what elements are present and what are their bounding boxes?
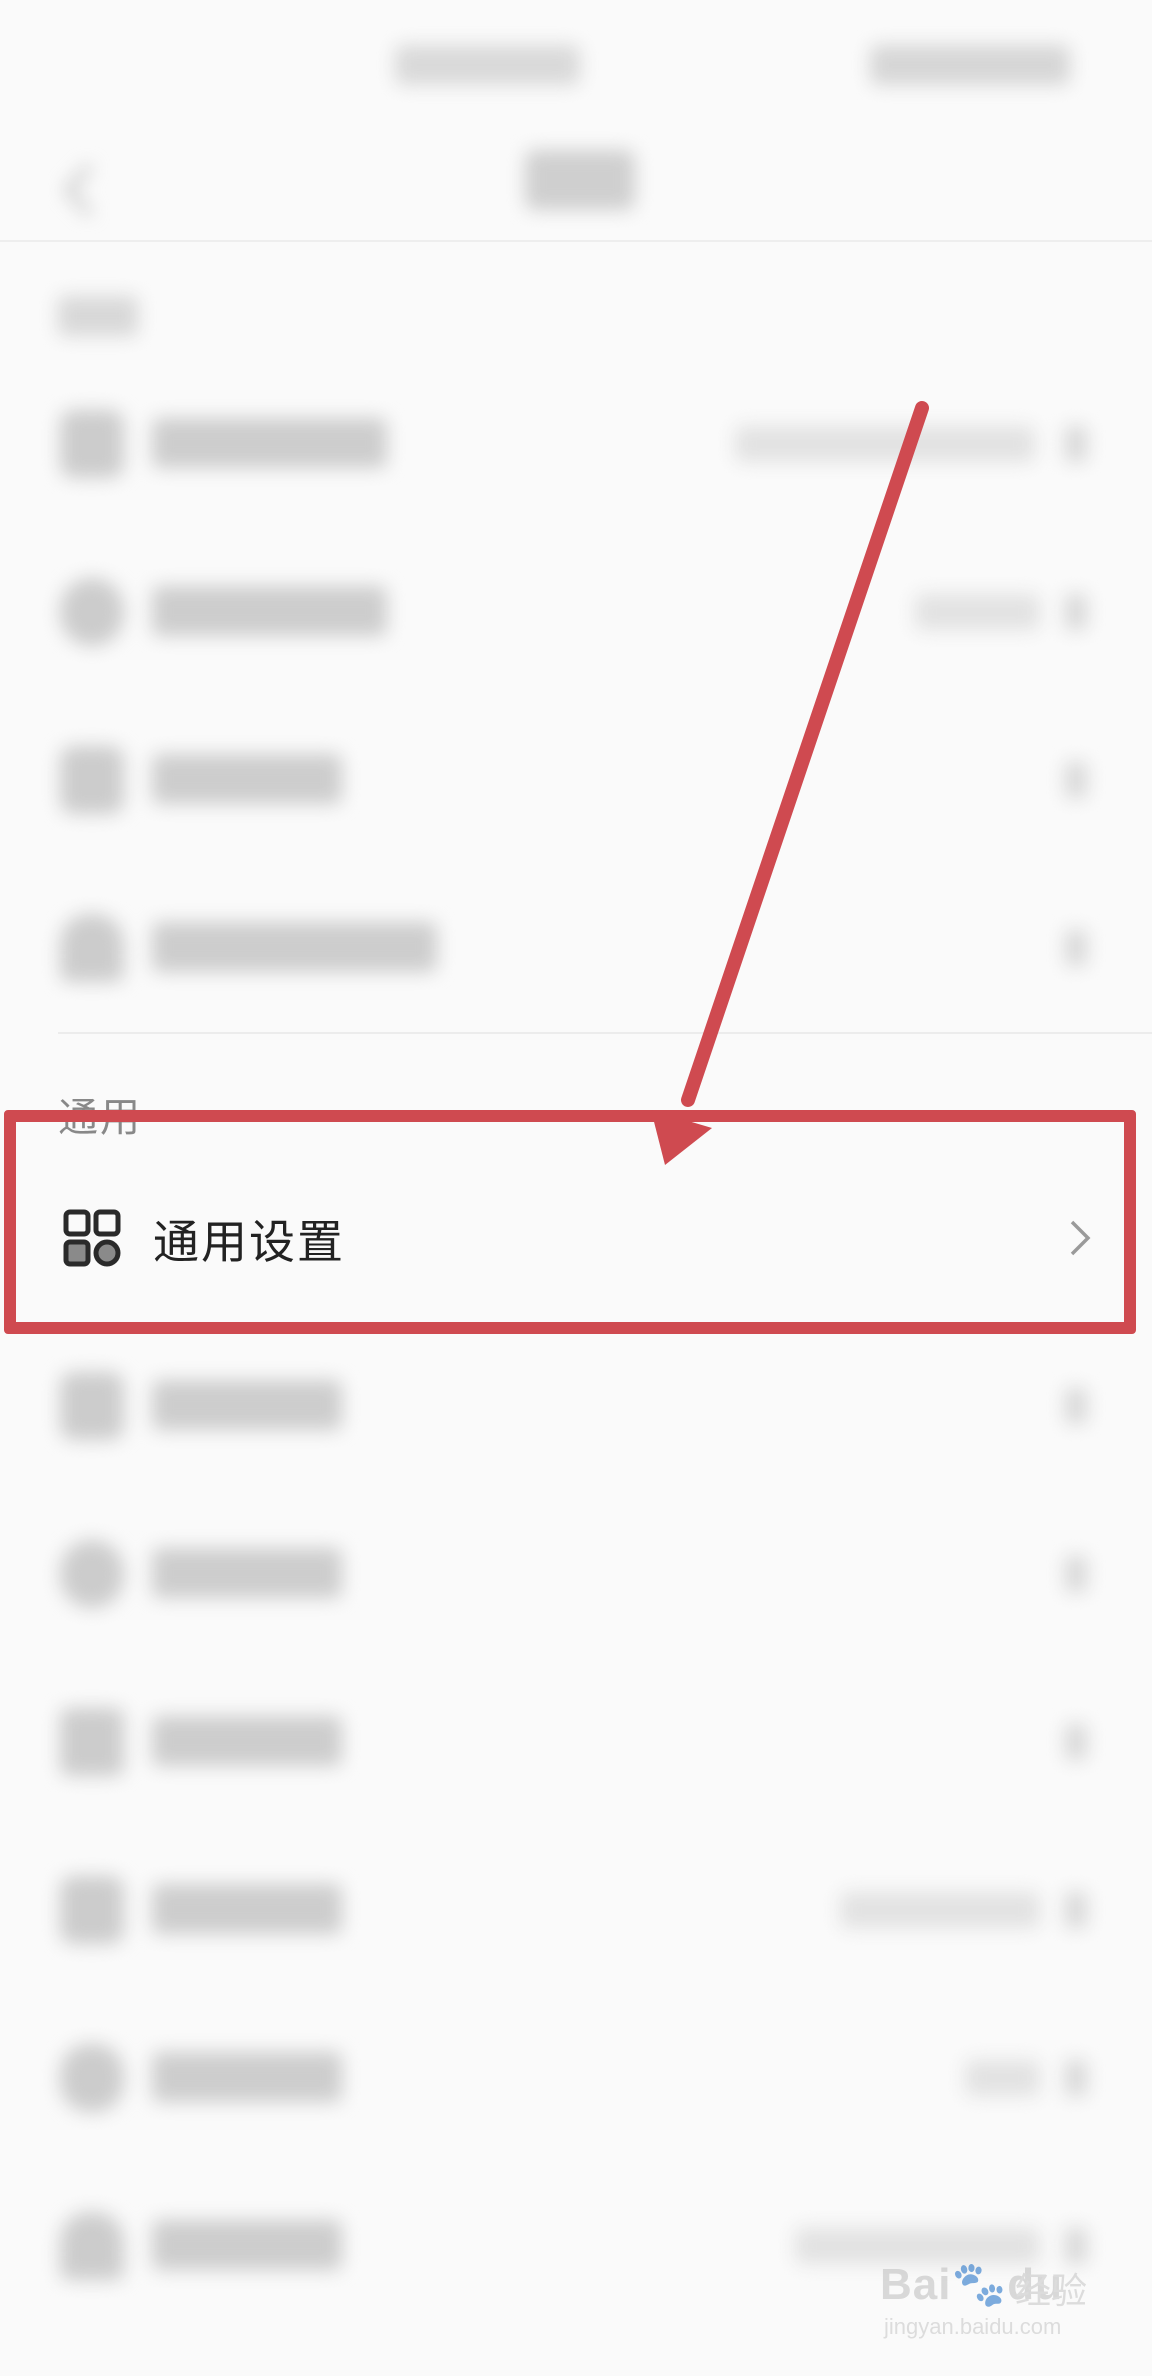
section-label-blurred — [58, 296, 138, 336]
list-item[interactable] — [0, 1490, 1152, 1658]
chevron-right-icon — [1065, 1556, 1087, 1592]
list-item-label-blurred — [152, 418, 387, 468]
status-time-blurred — [395, 45, 580, 85]
list-item-value-blurred — [965, 2060, 1040, 2096]
storage-icon — [60, 1876, 124, 1944]
list-item-label-blurred — [152, 922, 437, 972]
chevron-right-icon — [1065, 594, 1087, 630]
watermark-url: jingyan.baidu.com — [884, 2314, 1062, 2339]
list-item-label-blurred — [152, 1884, 342, 1934]
highlight-box — [4, 1110, 1136, 1334]
list-item-label-blurred — [152, 1548, 342, 1598]
list-item[interactable] — [0, 1994, 1152, 2162]
list-item[interactable] — [0, 696, 1152, 864]
back-arrow-icon[interactable] — [60, 160, 96, 220]
list-item-label-blurred — [152, 2052, 342, 2102]
list-item-label-blurred — [152, 586, 387, 636]
video-icon — [60, 1708, 124, 1776]
rocket-icon — [60, 2044, 124, 2112]
status-bar — [0, 0, 1152, 120]
section-divider — [58, 1032, 1152, 1034]
status-indicators-blurred — [870, 45, 1070, 85]
list-item[interactable] — [0, 1826, 1152, 1994]
chevron-right-icon — [1065, 1388, 1087, 1424]
chevron-right-icon — [1065, 1724, 1087, 1760]
nav-bar — [0, 120, 1152, 242]
list-item-value-blurred — [915, 594, 1040, 630]
list-item-label-blurred — [152, 1380, 342, 1430]
person-icon — [60, 2212, 124, 2280]
list-item[interactable] — [0, 1658, 1152, 1826]
list-item[interactable] — [0, 528, 1152, 696]
list-item-label-blurred — [152, 2220, 342, 2270]
chevron-right-icon — [1065, 2060, 1087, 2096]
chevron-right-icon — [1065, 930, 1087, 966]
list-item-value-blurred — [735, 426, 1035, 462]
list-item[interactable] — [0, 360, 1152, 528]
phone-icon — [60, 410, 124, 478]
chevron-right-icon — [1065, 1892, 1087, 1928]
person-icon — [60, 914, 124, 982]
list-item[interactable] — [0, 864, 1152, 1032]
phone-icon — [60, 1372, 124, 1440]
lock-icon — [60, 746, 124, 814]
shield-icon — [60, 578, 124, 646]
watermark-cn: 经验 — [1015, 2271, 1088, 2312]
list-item-label-blurred — [152, 1716, 342, 1766]
page-title-blurred — [525, 150, 635, 210]
chevron-right-icon — [1065, 426, 1087, 462]
list-item-label-blurred — [152, 754, 342, 804]
chevron-right-icon — [1065, 762, 1087, 798]
baidu-jingyan-watermark: Bai🐾du 经验 jingyan.baidu.com — [880, 2250, 1120, 2350]
paw-icon: 🐾 — [951, 2260, 1008, 2309]
list-item[interactable] — [0, 1322, 1152, 1490]
list-item-value-blurred — [840, 1892, 1040, 1928]
circle-icon — [60, 1540, 124, 1608]
